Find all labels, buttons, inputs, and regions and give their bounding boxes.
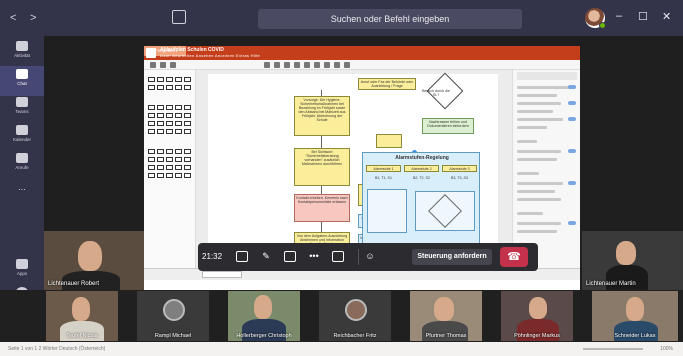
participants-icon[interactable]: ☺: [364, 251, 376, 262]
app-menu: Datei Bearbeiten Ansehen Anordnen Extras…: [160, 53, 261, 58]
bell-icon: [16, 41, 28, 51]
flow-box-1: Vorsorge: Die Hygiene-Sicherheitsmaßnahm…: [294, 96, 350, 136]
compose-icon[interactable]: [172, 10, 186, 24]
hang-up-button[interactable]: ☎: [500, 247, 528, 267]
apps-icon: [16, 259, 28, 269]
more-actions-icon[interactable]: •••: [308, 251, 320, 262]
app-toolbar: [144, 60, 580, 70]
meeting-controls: 21:32 ✎ ••• ☺ Steuerung anfordern ☎: [198, 243, 538, 271]
share-screen-icon[interactable]: [284, 251, 296, 262]
participant-tile[interactable]: Schneider Lukas: [592, 291, 678, 341]
video-pinned-right[interactable]: Lichtenauer Martin: [582, 231, 683, 290]
rail-item-teams[interactable]: Teams: [0, 94, 44, 124]
maximize-button[interactable]: ☐: [638, 10, 648, 23]
video-pinned-left[interactable]: Lichtenauer Robert: [44, 231, 144, 290]
app-icon: [146, 48, 156, 58]
participant-tile[interactable]: Reichbacher Fritz: [319, 291, 391, 341]
alarm-level-1: Alarmstufe 1: [366, 165, 401, 172]
top-box: Anruf oder Fax der Behörde oder Ausricht…: [358, 78, 416, 90]
zoom-level: 100%: [660, 346, 673, 352]
phone-icon: [16, 153, 28, 163]
meeting-timer: 21:32: [202, 252, 223, 261]
divider: [358, 249, 359, 265]
request-control-button[interactable]: Steuerung anfordern: [412, 249, 492, 265]
diagram-canvas: Anruf oder Fax der Behörde oder Ausricht…: [196, 70, 512, 268]
rail-item-chat[interactable]: Chat: [0, 66, 44, 96]
format-panel: [512, 70, 580, 268]
more-icon: ...: [18, 182, 26, 192]
alarm-title: Alarmstufen-Regelung: [395, 155, 449, 161]
avatar[interactable]: [585, 8, 606, 29]
participant-tile[interactable]: Pfurtner Thomas: [410, 291, 482, 341]
shape-panel: [144, 70, 196, 268]
avatar: [345, 299, 367, 321]
page-tab: [202, 271, 242, 278]
info-box: [376, 134, 402, 148]
status-left: Seite 1 von 1 2 Wörter Deutsch (Österrei…: [8, 346, 106, 352]
camera-off-icon[interactable]: [236, 251, 248, 262]
flow-box-3: Kontakt erheben. Kenntnis nach Kontaktpe…: [294, 194, 350, 222]
mic-off-icon[interactable]: ✎: [260, 251, 272, 262]
title-bar: < > Suchen oder Befehl eingeben – ☐ ✕: [0, 0, 683, 36]
calendar-icon: [16, 125, 28, 135]
participant-tile[interactable]: Hollerberger Christoph: [228, 291, 300, 341]
participant-name: Lichtenauer Robert: [48, 281, 100, 287]
app-title-bar: Ablaufplan Schulen COVID Datei Bearbeite…: [144, 46, 580, 60]
rail-item-more[interactable]: ...: [0, 182, 44, 212]
alarm-level-2: Alarmstufe 2: [404, 165, 439, 172]
zoom-slider[interactable]: [583, 348, 643, 350]
back-button[interactable]: <: [10, 12, 16, 24]
avatar: [163, 299, 185, 321]
alarm-level-3: Alarmstufe 3: [442, 165, 477, 172]
chat-icon: [16, 69, 28, 79]
rail-item-apps[interactable]: Apps: [0, 256, 44, 286]
rail-item-calls[interactable]: Anrufe: [0, 150, 44, 180]
chat-icon[interactable]: [332, 251, 344, 262]
presence-available-icon: [599, 22, 606, 29]
search-input[interactable]: Suchen oder Befehl eingeben: [258, 9, 522, 29]
decision-label: Besuch durch die SL?: [422, 89, 450, 96]
forward-button[interactable]: >: [30, 12, 36, 24]
alarm-sub-1: B1, T1, S1: [375, 176, 392, 180]
minimize-button[interactable]: –: [616, 10, 622, 22]
rail-item-calendar[interactable]: Kalender: [0, 122, 44, 152]
participant-name: Lichtenauer Martin: [586, 281, 636, 287]
participant-tile[interactable]: Rampl Michael: [137, 291, 209, 341]
flow-box-2: Bei Sichtwort "Sicherheitsberatung vorha…: [294, 148, 350, 186]
rail-item-activity[interactable]: Aktivität: [0, 38, 44, 68]
close-button[interactable]: ✕: [662, 10, 671, 23]
diagram-page: Anruf oder Fax der Behörde oder Ausricht…: [208, 72, 498, 268]
teams-icon: [16, 97, 28, 107]
note-box: Nachtrassen fehlen und Dokumentieren ein…: [422, 118, 474, 134]
alarm-sub-2: B2, T2, S2: [413, 176, 430, 180]
status-bar: Seite 1 von 1 2 Wörter Deutsch (Österrei…: [0, 342, 683, 356]
participant-tile[interactable]: Pöhnlinger Markus: [501, 291, 573, 341]
alarm-sub-3: B3, T3, S3: [451, 176, 468, 180]
participant-tile[interactable]: Teufel Nicola: [46, 291, 118, 341]
